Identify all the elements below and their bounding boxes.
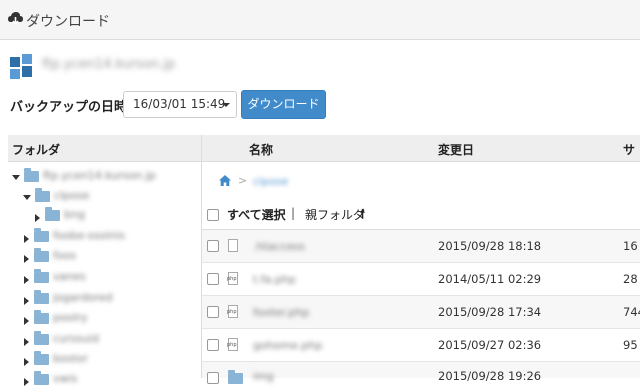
grid-logo-icon [10,54,32,79]
folder-icon [24,168,39,182]
expand-toggle-icon[interactable] [24,317,29,325]
backup-date-value: 16/03/01 15:49 [133,97,226,111]
row-checkbox[interactable] [207,273,219,285]
tree-item-label: bostor [53,352,89,365]
file-name[interactable]: img [253,370,274,383]
folder-icon [34,371,49,385]
site-domain: ftp.ycen14.kurson.jp [42,57,176,72]
text-file-icon [228,239,238,252]
expand-toggle-icon[interactable] [24,276,29,284]
download-button[interactable]: ダウンロード [241,90,326,119]
expand-toggle-icon[interactable] [24,297,29,305]
caret-down-icon [222,103,230,107]
folder-icon [228,370,243,384]
cloud-download-icon [8,12,23,26]
tree-item-label: curssuid [53,332,100,345]
tree-item-label: vwis [53,372,78,385]
php-file-icon: php [227,305,238,318]
file-size: 16 [623,239,638,253]
tree-item-label: bng [64,208,85,221]
table-row[interactable]: php gohome.php 2015/09/27 02:36 95 [202,329,640,362]
expand-toggle-icon[interactable] [23,195,31,200]
breadcrumb-current[interactable]: clpose [253,175,288,188]
select-all-label[interactable]: すべて選択 [227,206,286,223]
tree-item-label: foos [53,249,77,262]
tree-item-label: vanes [53,270,86,283]
folder-icon [34,310,49,324]
file-name[interactable]: gohome.php [253,339,322,352]
file-modified: 2015/09/28 18:18 [438,239,542,253]
column-name[interactable]: 名称 [249,141,273,158]
expand-toggle-icon[interactable] [24,378,29,386]
expand-toggle-icon[interactable] [12,175,20,180]
breadcrumb-separator: > [238,174,248,187]
folder-icon [34,269,49,283]
file-modified: 2015/09/28 17:34 [438,305,542,319]
tree-item-label: clpose [54,189,90,202]
parent-folder-link[interactable]: 親フォルダ [305,206,365,223]
expand-toggle-icon[interactable] [24,235,29,243]
expand-toggle-icon[interactable] [24,255,29,263]
file-name[interactable]: footer.php [253,306,309,319]
expand-toggle-icon[interactable] [24,338,29,346]
file-size: 744 [623,305,640,319]
folder-icon [45,207,60,221]
file-modified: 2014/05/11 02:29 [438,272,542,286]
tree-item-label: foobe-ssoinis [53,229,126,242]
folder-icon [34,290,49,304]
column-size[interactable]: サ [623,141,635,158]
up-arrow-icon[interactable]: 🠕 [360,205,365,226]
php-file-icon: php [227,272,238,285]
file-size: 95 [623,338,638,352]
file-name[interactable]: t.fa.php [253,273,296,286]
row-checkbox[interactable] [207,339,219,351]
expand-toggle-icon[interactable] [35,214,40,222]
file-modified: 2015/09/27 02:36 [438,338,542,352]
table-row[interactable]: php t.fa.php 2014/05/11 02:29 28 [202,263,640,296]
file-size: 28 [623,272,638,286]
table-row[interactable]: .htaccess 2015/09/28 18:18 16 [202,230,640,263]
php-file-icon: php [227,338,238,351]
folder-icon [34,248,49,262]
backup-date-label: バックアップの日時: [10,100,133,115]
tree-item-label: ftp.ycen14.kurson.jp [43,169,156,182]
page-title: ダウンロード [26,14,110,30]
tree-item-label: poolry [53,311,88,324]
tree-item-label: jogardored [53,291,113,304]
row-checkbox[interactable] [207,240,219,252]
expand-toggle-icon[interactable] [24,358,29,366]
column-modified[interactable]: 変更日 [438,141,474,158]
row-checkbox[interactable] [207,306,219,318]
home-icon[interactable] [219,175,231,186]
table-row[interactable]: php footer.php 2015/09/28 17:34 744 [202,296,640,329]
separator: | [291,206,296,220]
backup-date-select[interactable]: 16/03/01 15:49 [123,91,237,118]
select-all-checkbox[interactable] [207,209,219,221]
folder-icon [34,351,49,365]
folder-icon [35,188,50,202]
row-checkbox[interactable] [207,372,219,384]
table-row[interactable]: img 2015/09/28 19:26 [202,362,640,384]
file-name[interactable]: .htaccess [253,240,305,253]
folder-icon [34,331,49,345]
folder-panel-header: フォルダ [8,135,201,162]
folder-icon [34,228,49,242]
file-modified: 2015/09/28 19:26 [438,369,542,383]
